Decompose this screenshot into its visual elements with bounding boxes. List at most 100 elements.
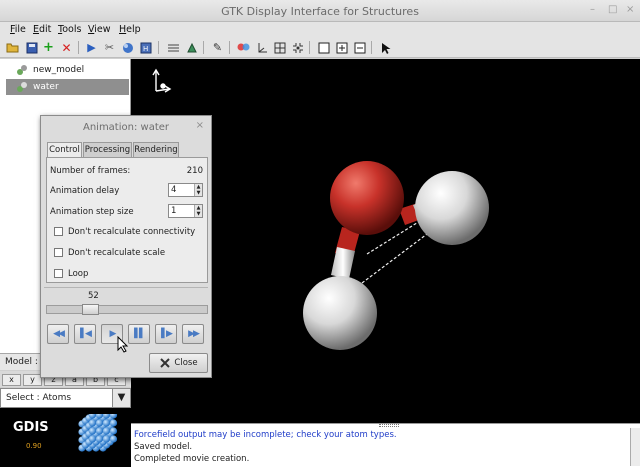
close-button[interactable]: Close [149, 353, 208, 373]
open-folder-icon[interactable] [5, 40, 20, 55]
measure-icon[interactable] [166, 40, 181, 55]
close-window-button[interactable]: × [626, 4, 634, 15]
toolbar-separator [78, 41, 79, 54]
maximize-button[interactable]: □ [608, 4, 617, 15]
minus-box-icon[interactable] [352, 40, 367, 55]
atom-icon[interactable] [184, 40, 199, 55]
checkbox-scale-label: Don't recalculate scale [68, 248, 166, 258]
slider-knob[interactable] [82, 304, 99, 315]
control-panel: Number of frames: 210 Animation delay 4 … [46, 157, 208, 283]
frames-label: Number of frames: [50, 166, 131, 176]
step-label: Animation step size [50, 207, 134, 217]
tree-item-new-model[interactable]: new_model [6, 62, 129, 78]
frames-value: 210 [186, 166, 203, 176]
dialog-title: Animation: water [82, 122, 170, 133]
svg-text:H: H [143, 45, 148, 53]
color-icon[interactable] [236, 40, 251, 55]
fit-icon[interactable] [290, 40, 305, 55]
step-back-button[interactable]: ▌◀ [74, 324, 96, 344]
hydrogen-bond-dashed [361, 230, 432, 284]
spinner-arrows-icon[interactable]: ▲ ▼ [194, 205, 202, 217]
toolbar: + ✕ ▶ ✂ H ✎ [0, 38, 640, 58]
tab-processing[interactable]: Processing [83, 142, 132, 157]
molecule-icon [16, 81, 28, 93]
toolbar-separator [229, 41, 230, 54]
select-mode-value: Select : Atoms [6, 393, 71, 403]
frame-slider[interactable] [46, 304, 208, 315]
window-title: GTK Display Interface for Structures [221, 5, 419, 18]
menu-help[interactable]: Help [119, 24, 141, 35]
toolbar-separator [309, 41, 310, 54]
select-mode-prefix: Select : [6, 393, 43, 403]
rewind-button[interactable]: ◀◀ [47, 324, 69, 344]
step-forward-button[interactable]: ▌▶ [155, 324, 177, 344]
grid-icon[interactable] [272, 40, 287, 55]
checkbox-scale[interactable] [54, 248, 63, 257]
frame-icon[interactable]: H [138, 40, 153, 55]
delay-label: Animation delay [50, 186, 120, 196]
delay-spinner[interactable]: 4 ▲ ▼ [168, 183, 203, 197]
tree-item-water[interactable]: water [6, 79, 129, 95]
toolbar-separator [158, 41, 159, 54]
menu-file[interactable]: File [10, 24, 26, 35]
select-mode-dropdown[interactable]: Select : Atoms ▼ [0, 388, 131, 408]
logo-title: GDIS [13, 420, 49, 435]
axes-icon[interactable] [254, 40, 269, 55]
toolbar-separator [203, 41, 204, 54]
frame-slider-value: 52 [88, 291, 99, 301]
animation-dialog: Animation: water × Control Processing Re… [40, 115, 212, 378]
tools-icon[interactable]: ✂ [102, 40, 117, 55]
box-icon[interactable] [316, 40, 331, 55]
chevron-down-icon[interactable]: ▼ [112, 389, 130, 407]
frame-slider-group: 52 [44, 287, 208, 321]
play-icon[interactable]: ▶ [84, 40, 99, 55]
dialog-close-icon[interactable]: × [196, 120, 204, 131]
pane-resize-grip[interactable] [379, 424, 399, 427]
toolbar-separator [371, 41, 372, 54]
gdis-logo: GDIS 0.90 [0, 408, 131, 467]
checkbox-connectivity[interactable] [54, 227, 63, 236]
tree-item-label: new_model [33, 65, 85, 75]
status-line: Completed movie creation. [134, 454, 250, 464]
status-line: Forcefield output may be incomplete; che… [134, 430, 397, 440]
hydrogen-atom-bottom[interactable] [303, 276, 377, 350]
checkbox-loop-label: Loop [68, 269, 89, 279]
checkbox-loop[interactable] [54, 269, 63, 278]
spinner-arrows-icon[interactable]: ▲ ▼ [194, 184, 202, 196]
status-scrollbar[interactable] [630, 428, 640, 466]
new-icon[interactable]: + [41, 40, 56, 55]
step-spinner[interactable]: 1 ▲ ▼ [168, 204, 203, 218]
menu-edit[interactable]: Edit [33, 24, 51, 35]
pointer-icon[interactable] [378, 40, 393, 55]
molecule-icon [16, 64, 28, 76]
close-x-icon [160, 358, 171, 368]
delay-value: 4 [171, 185, 177, 195]
tab-rendering[interactable]: Rendering [133, 142, 179, 157]
checkbox-connectivity-label: Don't recalculate connectivity [68, 227, 196, 237]
title-bar: GTK Display Interface for Structures – □… [0, 0, 640, 22]
crystal-cube-icon [78, 414, 118, 452]
plus-box-icon[interactable] [334, 40, 349, 55]
tab-control[interactable]: Control [47, 142, 82, 158]
status-line: Saved model. [134, 442, 193, 452]
menu-bar: File Edit Tools View Help [0, 22, 640, 38]
menu-tools[interactable]: Tools [58, 24, 81, 35]
render-icon[interactable] [120, 40, 135, 55]
delete-icon[interactable]: ✕ [59, 40, 74, 55]
pause-button[interactable]: ▌▌ [128, 324, 150, 344]
oxygen-atom[interactable] [330, 161, 404, 235]
save-icon[interactable] [24, 40, 39, 55]
menu-view[interactable]: View [88, 24, 111, 35]
step-value: 1 [171, 206, 177, 216]
axis-tab-x[interactable]: x [2, 374, 21, 386]
minimize-button[interactable]: – [590, 4, 595, 15]
status-log: Forcefield output may be incomplete; che… [131, 423, 640, 467]
axis-indicator [152, 68, 172, 93]
pen-icon[interactable]: ✎ [210, 40, 225, 55]
tree-item-label: water [33, 82, 59, 92]
hydrogen-atom-right[interactable] [415, 171, 489, 245]
mouse-cursor-icon [117, 336, 129, 353]
model-label: Model : [5, 357, 38, 367]
close-button-label: Close [174, 358, 198, 368]
fast-forward-button[interactable]: ▶▶ [182, 324, 204, 344]
